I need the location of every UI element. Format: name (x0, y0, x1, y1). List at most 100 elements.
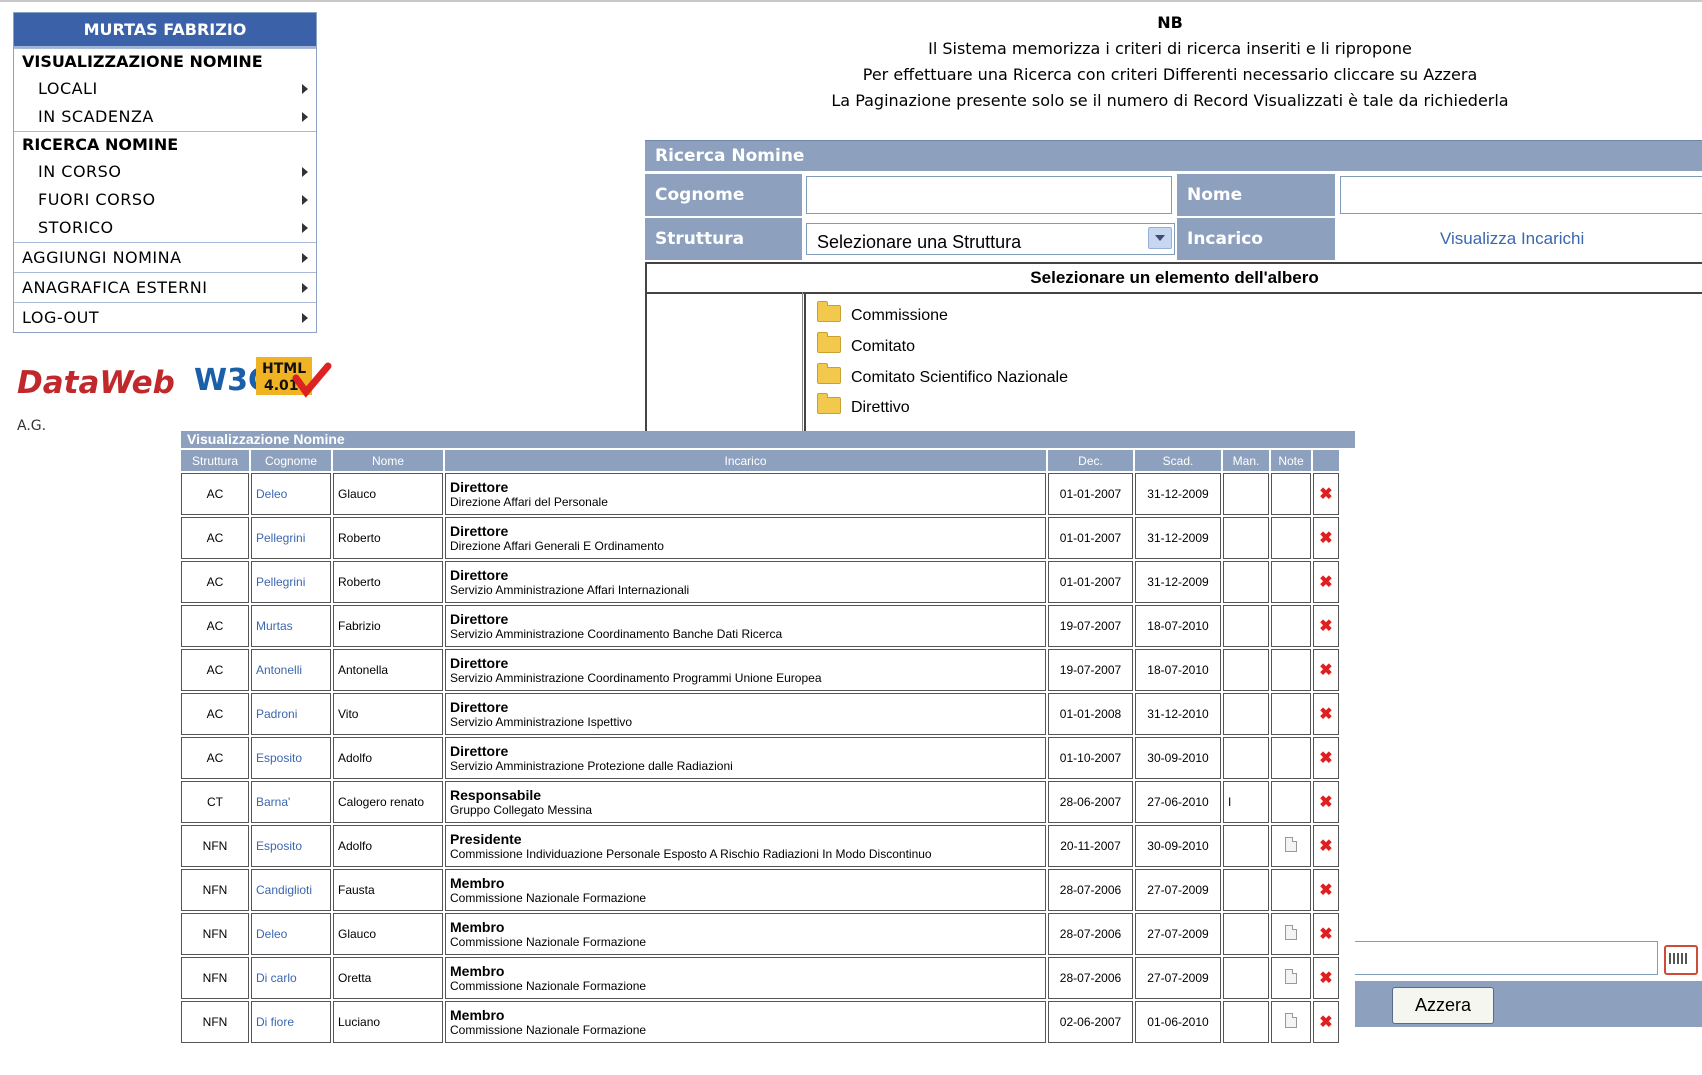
cell-nome: Fausta (333, 869, 443, 911)
visualizza-incarichi-link[interactable]: Visualizza Incarichi (1440, 229, 1584, 249)
col-man[interactable]: Man. (1223, 450, 1269, 471)
delete-x-icon[interactable]: ✖ (1319, 662, 1332, 679)
cell-scad: 27-07-2009 (1135, 957, 1221, 999)
cell-cognome-link[interactable]: Padroni (251, 693, 331, 735)
incarico-role: Direttore (450, 610, 509, 627)
sidebar-item-storico[interactable]: STORICO (14, 214, 316, 242)
cell-note (1271, 605, 1311, 647)
cognome-label: Cognome (645, 174, 802, 216)
tree-node-direttivo[interactable]: Direttivo (817, 393, 910, 417)
incarico-role: Membro (450, 918, 505, 935)
cell-incarico: Direttore Servizio Amministrazione Coordi… (445, 649, 1046, 691)
notes-line: Il Sistema memorizza i criteri di ricerc… (928, 39, 1412, 58)
note-icon[interactable] (1285, 925, 1297, 940)
azzera-button[interactable]: Azzera (1392, 987, 1494, 1024)
table-row: AC Murtas Fabrizio Direttore Servizio Ammini… (181, 605, 1339, 647)
table-row: NFN Deleo Glauco Membro Commissione Nazional… (181, 913, 1339, 955)
table-row: AC Antonelli Antonella Direttore Servizio Am… (181, 649, 1339, 691)
cell-cognome-link[interactable]: Candiglioti (251, 869, 331, 911)
table-row: NFN Candiglioti Fausta Membro Commissione Na… (181, 869, 1339, 911)
cell-cognome-link[interactable]: Pellegrini (251, 517, 331, 559)
sidebar-item-fuori-corso[interactable]: FUORI CORSO (14, 186, 316, 214)
delete-x-icon[interactable]: ✖ (1319, 486, 1332, 503)
cell-struttura: NFN (181, 913, 249, 955)
cell-struttura: NFN (181, 869, 249, 911)
tree-node-commissione[interactable]: Commissione (817, 301, 948, 325)
html-version-text: 4.01 (264, 378, 299, 394)
cell-man (1223, 517, 1269, 559)
cell-struttura: AC (181, 737, 249, 779)
sidebar-user-name: MURTAS FABRIZIO (14, 13, 316, 48)
tree-node-comitato[interactable]: Comitato (817, 332, 915, 356)
col-note[interactable]: Note (1271, 450, 1311, 471)
note-icon[interactable] (1285, 969, 1297, 984)
sidebar-section-ricerca[interactable]: RICERCA NOMINE (14, 131, 316, 158)
note-icon[interactable] (1285, 837, 1297, 852)
calendar-icon[interactable] (1664, 945, 1698, 975)
cell-dec: 28-07-2006 (1048, 869, 1133, 911)
sidebar-item-aggiungi-nomina[interactable]: AGGIUNGI NOMINA (14, 242, 316, 272)
col-scad[interactable]: Scad. (1135, 450, 1221, 471)
table-row: CT Barna' Calogero renato Responsabile Grupp… (181, 781, 1339, 823)
cell-cognome-link[interactable]: Di carlo (251, 957, 331, 999)
delete-x-icon[interactable]: ✖ (1319, 926, 1332, 943)
col-dec[interactable]: Dec. (1048, 450, 1133, 471)
delete-x-icon[interactable]: ✖ (1319, 706, 1332, 723)
cell-cognome-link[interactable]: Barna' (251, 781, 331, 823)
incarico-role: Direttore (450, 654, 509, 671)
cell-cognome-link[interactable]: Esposito (251, 825, 331, 867)
cell-incarico: Presidente Commissione Individuazione Per… (445, 825, 1046, 867)
cell-struttura: CT (181, 781, 249, 823)
date-input[interactable] (1340, 941, 1658, 975)
delete-x-icon[interactable]: ✖ (1319, 530, 1332, 547)
table-row: AC Deleo Glauco Direttore Direzione Affari d… (181, 473, 1339, 515)
sidebar-section-visualizzazione[interactable]: VISUALIZZAZIONE NOMINE (14, 48, 316, 75)
sidebar-item-anagrafica-esterni[interactable]: ANAGRAFICA ESTERNI (14, 272, 316, 302)
cell-incarico: Direttore Direzione Affari Generali E Ord… (445, 517, 1046, 559)
struttura-select[interactable]: Selezionare una Struttura (806, 223, 1175, 255)
sidebar-item-in-corso[interactable]: IN CORSO (14, 158, 316, 186)
sidebar-item-log-out[interactable]: LOG-OUT (14, 302, 316, 332)
cell-cognome-link[interactable]: Deleo (251, 473, 331, 515)
incarico-role: Direttore (450, 698, 509, 715)
delete-x-icon[interactable]: ✖ (1319, 794, 1332, 811)
col-incarico[interactable]: Incarico (445, 450, 1046, 471)
col-actions (1313, 450, 1339, 471)
delete-x-icon[interactable]: ✖ (1319, 1014, 1332, 1031)
cell-man (1223, 737, 1269, 779)
sidebar-item-in-scadenza[interactable]: IN SCADENZA (14, 103, 316, 131)
tree-left-panel (645, 292, 806, 434)
cell-cognome-link[interactable]: Esposito (251, 737, 331, 779)
delete-x-icon[interactable]: ✖ (1319, 882, 1332, 899)
delete-x-icon[interactable]: ✖ (1319, 574, 1332, 591)
tree-node-comitato-scientifico[interactable]: Comitato Scientifico Nazionale (817, 363, 1068, 387)
delete-x-icon[interactable]: ✖ (1319, 970, 1332, 987)
incarico-struttura: Servizio Amministrazione Affari Internaz… (450, 582, 690, 597)
chevron-down-icon[interactable] (1148, 227, 1172, 249)
col-cognome[interactable]: Cognome (251, 450, 331, 471)
tree-node-label: Commissione (851, 307, 948, 324)
cognome-field[interactable] (806, 176, 1172, 214)
col-nome[interactable]: Nome (333, 450, 443, 471)
cell-cognome-link[interactable]: Di fiore (251, 1001, 331, 1043)
note-icon[interactable] (1285, 1013, 1297, 1028)
nome-field[interactable] (1340, 176, 1702, 214)
cell-cognome-link[interactable]: Deleo (251, 913, 331, 955)
cell-incarico: Direttore Servizio Amministrazione Protez… (445, 737, 1046, 779)
cell-cognome-link[interactable]: Murtas (251, 605, 331, 647)
cell-delete: ✖ (1313, 781, 1339, 823)
cell-note (1271, 649, 1311, 691)
cell-delete: ✖ (1313, 825, 1339, 867)
cell-nome: Luciano (333, 1001, 443, 1043)
delete-x-icon[interactable]: ✖ (1319, 618, 1332, 635)
sidebar-item-locali[interactable]: LOCALI (14, 75, 316, 103)
cell-scad: 31-12-2010 (1135, 693, 1221, 735)
cell-cognome-link[interactable]: Pellegrini (251, 561, 331, 603)
delete-x-icon[interactable]: ✖ (1319, 750, 1332, 767)
col-struttura[interactable]: Struttura (181, 450, 249, 471)
cell-man (1223, 913, 1269, 955)
notes-title: NB (1157, 13, 1183, 32)
cell-cognome-link[interactable]: Antonelli (251, 649, 331, 691)
delete-x-icon[interactable]: ✖ (1319, 838, 1332, 855)
cell-struttura: AC (181, 649, 249, 691)
